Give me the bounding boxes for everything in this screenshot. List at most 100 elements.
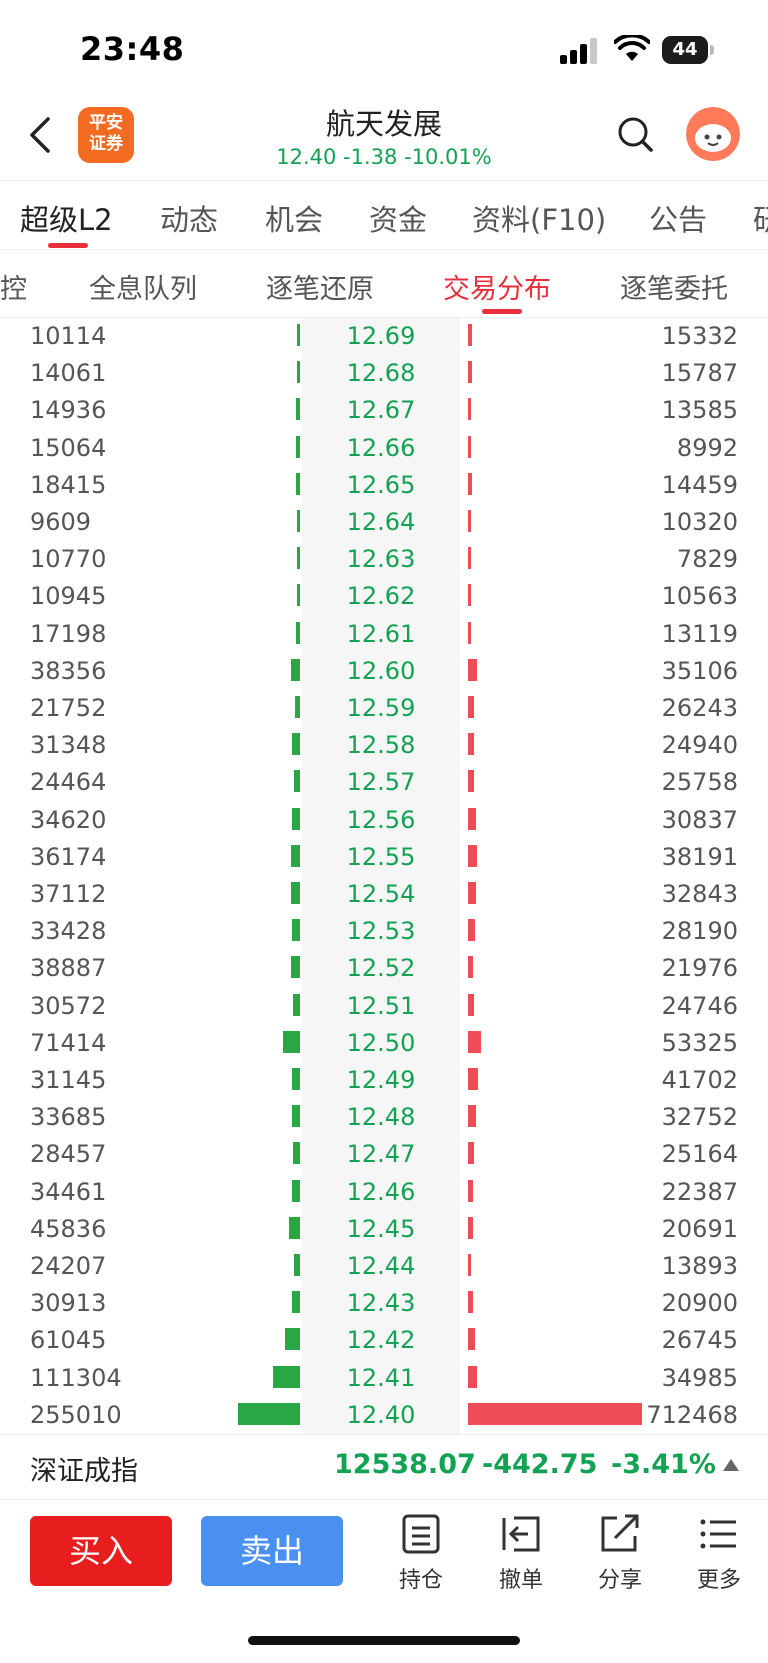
distribution-row: 21752 12.59 26243 bbox=[0, 690, 768, 727]
search-icon[interactable] bbox=[616, 115, 654, 153]
tab-tick-restore[interactable]: 逐笔还原 bbox=[266, 267, 374, 306]
tab-control[interactable]: 控 bbox=[0, 267, 27, 306]
more-label: 更多 bbox=[696, 1568, 741, 1593]
tab-tick-orders[interactable]: 逐笔委托 bbox=[620, 267, 728, 306]
sell-volume: 15787 bbox=[661, 359, 738, 388]
price-level: 12.41 bbox=[346, 1363, 416, 1392]
sell-volume-bar bbox=[468, 1068, 479, 1090]
sell-volume: 20900 bbox=[661, 1289, 738, 1318]
sell-volume-bar bbox=[468, 696, 475, 718]
buy-volume: 34461 bbox=[30, 1177, 107, 1206]
distribution-row: 255010 12.40 712468 bbox=[0, 1397, 768, 1434]
sell-volume: 20691 bbox=[661, 1214, 738, 1243]
sell-volume: 25758 bbox=[661, 768, 738, 797]
sell-volume: 21976 bbox=[661, 954, 738, 983]
sell-volume: 7829 bbox=[676, 545, 738, 574]
distribution-row: 15064 12.66 8992 bbox=[0, 430, 768, 467]
price-level: 12.67 bbox=[346, 396, 416, 425]
assistant-avatar-icon[interactable] bbox=[686, 107, 740, 161]
sell-volume-bar bbox=[468, 1328, 475, 1351]
trade-distribution-list[interactable]: 10114 12.69 15332 14061 12.68 15787 14936 12.67… bbox=[0, 318, 768, 1434]
distribution-row: 30913 12.43 20900 bbox=[0, 1285, 768, 1322]
sell-volume: 13585 bbox=[661, 396, 738, 425]
sell-volume: 32752 bbox=[661, 1103, 738, 1132]
cancel-order-button[interactable]: 撤单 bbox=[486, 1514, 556, 1594]
buy-volume: 14936 bbox=[30, 396, 107, 425]
price-level: 12.50 bbox=[346, 1028, 416, 1057]
sell-volume-bar bbox=[468, 919, 475, 942]
distribution-row: 30572 12.51 24746 bbox=[0, 988, 768, 1025]
sell-volume-bar bbox=[468, 1216, 474, 1239]
tab-full-queue[interactable]: 全息队列 bbox=[89, 267, 197, 306]
buy-volume-bar bbox=[291, 1179, 300, 1202]
buy-volume: 37112 bbox=[30, 880, 107, 908]
price-level: 12.47 bbox=[346, 1140, 416, 1169]
tab-funds[interactable]: 资金 bbox=[369, 197, 427, 239]
secondary-tab-bar: 控 全息队列 逐笔还原 交易分布 逐笔委托 bbox=[0, 249, 768, 318]
buy-volume-bar bbox=[238, 1402, 300, 1425]
price-level: 12.57 bbox=[346, 768, 416, 797]
sell-volume-bar bbox=[468, 1254, 472, 1276]
sell-volume: 26243 bbox=[661, 694, 738, 722]
holdings-button[interactable]: 持仓 bbox=[386, 1514, 456, 1594]
expand-up-icon[interactable] bbox=[722, 1457, 740, 1473]
buy-volume-bar bbox=[282, 1030, 300, 1053]
price-level: 12.40 bbox=[346, 1400, 416, 1429]
buy-volume-bar bbox=[296, 435, 300, 458]
sell-volume: 10320 bbox=[661, 508, 738, 536]
sell-volume-bar bbox=[468, 621, 472, 644]
price-level: 12.62 bbox=[346, 582, 416, 611]
distribution-row: 34620 12.56 30837 bbox=[0, 802, 768, 839]
home-indicator[interactable] bbox=[248, 1636, 520, 1645]
index-ticker[interactable]: 深证成指 12538.07 -442.75 -3.41% bbox=[0, 1434, 768, 1500]
tab-announcements[interactable]: 公告 bbox=[649, 197, 707, 239]
distribution-row: 9609 12.64 10320 bbox=[0, 504, 768, 541]
buy-volume-bar bbox=[292, 993, 300, 1016]
buy-volume-bar bbox=[294, 770, 300, 793]
buy-volume: 34620 bbox=[30, 805, 107, 834]
sell-volume: 35106 bbox=[661, 656, 738, 685]
sell-volume-bar bbox=[468, 807, 476, 830]
status-bar: 23:48 44 bbox=[0, 0, 768, 95]
buy-volume-bar bbox=[297, 324, 300, 346]
share-button[interactable]: 分享 bbox=[585, 1514, 655, 1594]
price-level: 12.61 bbox=[346, 619, 416, 648]
sell-volume-bar bbox=[468, 733, 475, 756]
sell-volume: 15332 bbox=[661, 322, 738, 350]
document-list-icon bbox=[402, 1514, 440, 1554]
tab-f10[interactable]: 资料(F10) bbox=[472, 197, 606, 239]
buy-volume: 9609 bbox=[30, 508, 92, 536]
buy-volume: 14061 bbox=[30, 359, 107, 388]
distribution-row: 28457 12.47 25164 bbox=[0, 1136, 768, 1173]
distribution-row: 10770 12.63 7829 bbox=[0, 541, 768, 578]
buy-volume: 18415 bbox=[30, 470, 107, 499]
price-level: 12.68 bbox=[346, 359, 416, 388]
sell-volume-bar bbox=[468, 398, 472, 421]
distribution-row: 111304 12.41 34985 bbox=[0, 1360, 768, 1397]
sell-volume-bar bbox=[468, 770, 475, 793]
sell-volume: 24746 bbox=[661, 991, 738, 1020]
sell-volume: 25164 bbox=[661, 1140, 738, 1169]
sell-button[interactable]: 卖出 bbox=[201, 1516, 343, 1586]
sell-volume-bar bbox=[468, 882, 477, 904]
more-button[interactable]: 更多 bbox=[684, 1514, 754, 1594]
tab-super-l2[interactable]: 超级L2 bbox=[20, 197, 113, 239]
tab-dynamics[interactable]: 动态 bbox=[160, 197, 218, 239]
buy-volume-bar bbox=[297, 547, 300, 570]
price-level: 12.42 bbox=[346, 1326, 416, 1355]
buy-volume: 24464 bbox=[30, 768, 107, 797]
buy-volume-bar bbox=[285, 1328, 300, 1351]
sell-volume-bar bbox=[468, 584, 471, 607]
tab-trade-distribution[interactable]: 交易分布 bbox=[443, 267, 551, 306]
buy-volume: 15064 bbox=[30, 433, 107, 462]
buy-volume-bar bbox=[288, 1216, 300, 1239]
share-label: 分享 bbox=[597, 1568, 642, 1593]
buy-button[interactable]: 买入 bbox=[30, 1516, 172, 1586]
price-level: 12.44 bbox=[346, 1252, 416, 1280]
tab-research[interactable]: 研 bbox=[753, 197, 768, 239]
tab-opportunity[interactable]: 机会 bbox=[265, 197, 323, 239]
stock-header: 平安 证券 航天发展 12.40 -1.38 -10.01% bbox=[0, 95, 768, 180]
primary-tab-indicator bbox=[48, 243, 88, 248]
sell-volume: 53325 bbox=[661, 1028, 738, 1057]
sell-volume: 26745 bbox=[661, 1326, 738, 1355]
